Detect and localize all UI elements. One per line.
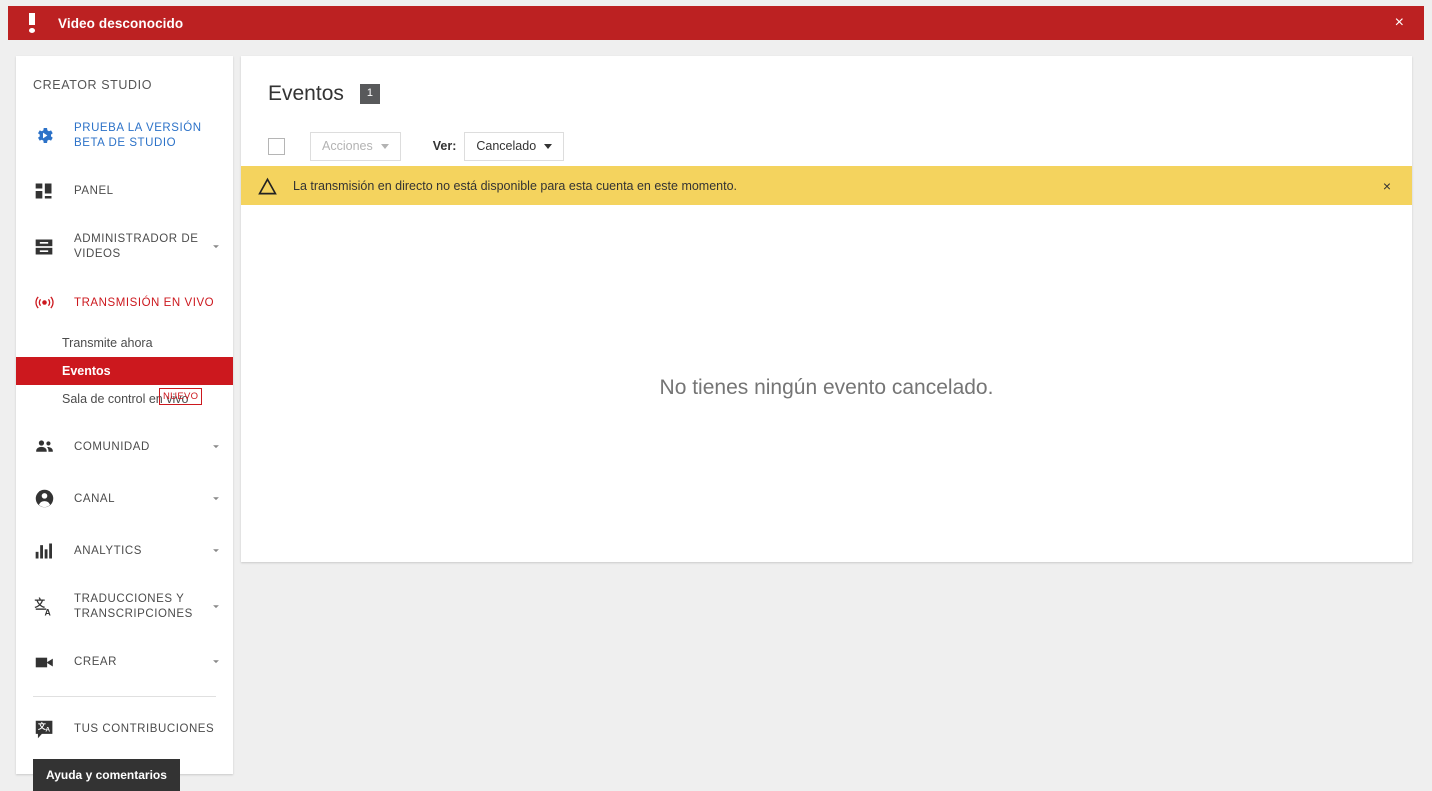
video-manager-icon [33, 236, 55, 258]
sidebar-subitem-stream-now[interactable]: Transmite ahora [16, 329, 233, 357]
sidebar-subitem-stream-now-label: Transmite ahora [62, 335, 153, 350]
sidebar-item-live-streaming-label: TRANSMISIÓN EN VIVO [74, 296, 215, 309]
actions-dropdown-label: Acciones [322, 139, 373, 153]
exclamation-icon [26, 13, 40, 33]
top-alert-text: Video desconocido [58, 15, 184, 31]
sidebar-subitem-events[interactable]: Eventos [16, 356, 233, 385]
sidebar-item-channel[interactable]: CANAL [16, 481, 233, 517]
sidebar-subitem-events-label: Eventos [62, 363, 111, 378]
view-dropdown-value: Cancelado [476, 139, 537, 153]
sidebar-item-community[interactable]: COMUNIDAD [16, 429, 233, 465]
sidebar-item-contributions[interactable]: 文A TUS CONTRIBUCIONES [16, 711, 233, 747]
sidebar-item-community-label: COMUNIDAD [74, 440, 150, 453]
actions-dropdown[interactable]: Acciones [310, 131, 401, 161]
event-count-badge: 1 [359, 84, 381, 104]
chevron-down-icon[interactable] [209, 544, 223, 558]
svg-text:A: A [45, 727, 50, 734]
dashboard-icon [33, 180, 55, 202]
contributions-icon: 文A [33, 718, 55, 740]
page-title: Eventos [268, 82, 344, 105]
channel-icon [33, 488, 55, 510]
top-alert-close-icon[interactable]: × [1387, 11, 1412, 35]
sidebar-divider [33, 696, 216, 698]
sidebar-item-create[interactable]: CREAR [16, 644, 233, 680]
translate-icon: 文A [33, 596, 55, 618]
sidebar-item-video-manager-label: ADMINISTRADOR DE VIDEOS [74, 233, 199, 261]
sidebar-item-beta[interactable]: PRUEBA LA VERSIÓN BETA DE STUDIO [16, 114, 233, 157]
toolbar: Acciones Ver: Cancelado [241, 106, 1412, 166]
warning-triangle-icon [258, 177, 278, 195]
create-icon [33, 651, 55, 673]
sidebar-item-panel[interactable]: PANEL [16, 173, 233, 209]
sidebar-item-analytics[interactable]: ANALYTICS [16, 533, 233, 569]
sidebar: CREATOR STUDIO PRUEBA LA VERSIÓN BETA DE… [16, 56, 233, 791]
new-badge: NUEVO [159, 387, 203, 406]
analytics-icon [33, 540, 55, 562]
live-broadcast-icon [33, 292, 55, 314]
sidebar-item-live-streaming[interactable]: TRANSMISIÓN EN VIVO [16, 285, 233, 321]
sidebar-item-translations[interactable]: 文A TRADUCCIONES Y TRANSCRIPCIONES [16, 585, 233, 628]
view-label: Ver: [432, 139, 457, 153]
sidebar-item-beta-label: PRUEBA LA VERSIÓN BETA DE STUDIO [74, 122, 202, 149]
community-icon [33, 436, 55, 458]
sidebar-item-create-label: CREAR [74, 655, 118, 668]
empty-state-message: No tienes ningún evento cancelado. [659, 376, 994, 399]
sidebar-subitem-control-room[interactable]: Sala de control en vivo NUEVO [16, 385, 233, 413]
page-header: Eventos 1 [241, 56, 1412, 106]
chevron-down-icon[interactable] [209, 600, 223, 614]
creator-studio-title: CREATOR STUDIO [33, 78, 153, 92]
view-dropdown[interactable]: Cancelado [464, 131, 565, 161]
sidebar-item-analytics-label: ANALYTICS [74, 544, 143, 557]
sidebar-item-panel-label: PANEL [74, 185, 114, 198]
chevron-down-icon [544, 143, 553, 149]
select-all-checkbox[interactable] [268, 137, 285, 155]
help-and-feedback-button[interactable]: Ayuda y comentarios [33, 759, 180, 791]
sidebar-item-video-manager[interactable]: ADMINISTRADOR DE VIDEOS [16, 225, 233, 268]
sidebar-item-translations-label: TRADUCCIONES Y TRANSCRIPCIONES [74, 592, 193, 620]
chevron-down-icon[interactable] [209, 240, 223, 254]
sidebar-item-channel-label: CANAL [74, 492, 116, 505]
main-content-card: Eventos 1 Acciones Ver: Cancelado La tra… [241, 56, 1412, 562]
warning-banner-text: La transmisión en directo no está dispon… [293, 178, 738, 193]
beta-gear-icon [33, 125, 55, 147]
sidebar-item-contributions-label: TUS CONTRIBUCIONES [74, 722, 215, 735]
chevron-down-icon[interactable] [209, 492, 223, 506]
chevron-down-icon [380, 143, 389, 149]
chevron-down-icon[interactable] [209, 440, 223, 454]
warning-banner-close-icon[interactable]: × [1376, 174, 1398, 198]
svg-text:A: A [44, 607, 51, 617]
chevron-down-icon[interactable] [209, 655, 223, 669]
warning-banner: La transmisión en directo no está dispon… [241, 166, 1412, 205]
top-alert-bar: Video desconocido × [8, 6, 1424, 40]
